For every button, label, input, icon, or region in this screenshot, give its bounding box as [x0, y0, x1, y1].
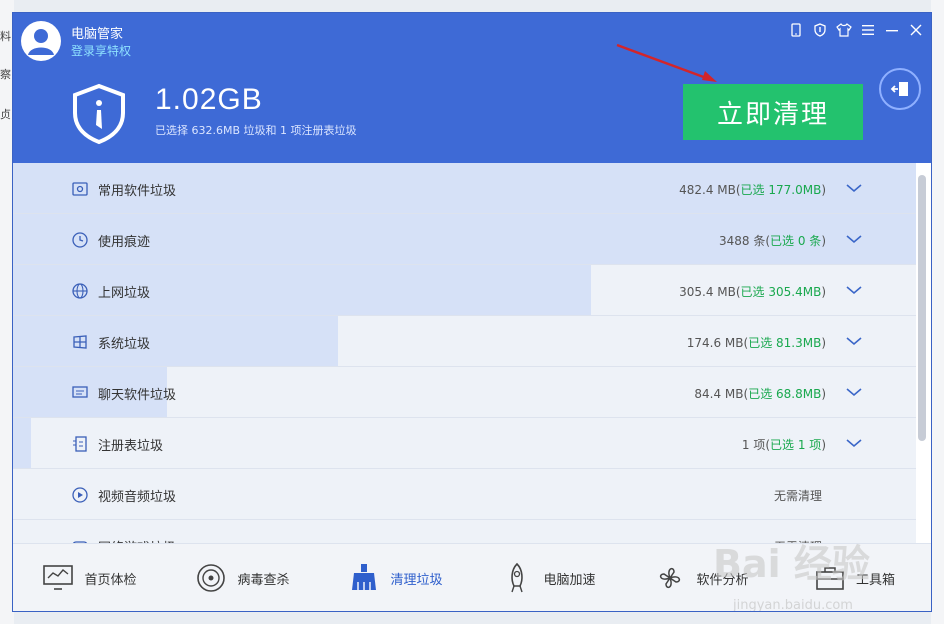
- security-shield-icon: [73, 83, 125, 145]
- junk-row[interactable]: 视频音频垃圾 无需清理: [13, 469, 916, 520]
- junk-row-label: 注册表垃圾: [98, 439, 164, 454]
- user-avatar[interactable]: [21, 21, 61, 61]
- phone-icon[interactable]: [787, 21, 805, 39]
- junk-row-selected: 已选 305.4MB: [740, 285, 822, 299]
- junk-row-label: 系统垃圾: [98, 337, 151, 352]
- list-scrollbar[interactable]: [918, 175, 926, 441]
- shield-badge-icon[interactable]: [811, 21, 829, 39]
- junk-row-selected: 已选 0 条: [770, 234, 822, 248]
- hdd-icon: [72, 182, 88, 196]
- junk-progress-fill: [13, 418, 31, 468]
- junk-row-label: 使用痕迹: [98, 235, 151, 250]
- shirt-skin-icon[interactable]: [835, 21, 853, 39]
- app-title: 电脑管家: [71, 27, 124, 42]
- close-icon[interactable]: [907, 21, 925, 39]
- nav-item[interactable]: 软件分析: [625, 544, 778, 611]
- nav-item-label: 电脑加速: [543, 572, 596, 588]
- nav-item[interactable]: 工具箱: [778, 544, 931, 611]
- red-arrow-annotation: [616, 43, 717, 82]
- junk-row[interactable]: 聊天软件垃圾 84.4 MB(已选 68.8MB): [13, 367, 916, 418]
- pc-manager-window: 电脑管家 登录享特权 1.02GB 已选择 632.6MB 垃圾和 1 项注册表…: [12, 12, 932, 612]
- junk-row[interactable]: 常用软件垃圾 482.4 MB(已选 177.0MB): [13, 163, 916, 214]
- junk-size: 1.02GB: [155, 83, 263, 116]
- junk-detail: 已选择 632.6MB 垃圾和 1 项注册表垃圾: [155, 124, 357, 137]
- chat-icon: [72, 386, 88, 398]
- title-bar-controls: [787, 21, 925, 39]
- rocket-icon: [511, 562, 524, 593]
- login-link[interactable]: 登录享特权: [71, 42, 131, 59]
- nav-item[interactable]: 首页体检: [13, 544, 166, 611]
- chevron-down-icon[interactable]: [844, 229, 864, 249]
- clock-icon: [72, 232, 88, 248]
- junk-row[interactable]: 系统垃圾 174.6 MB(已选 81.3MB): [13, 316, 916, 367]
- windows-icon: [73, 335, 87, 349]
- exit-icon: [890, 82, 908, 96]
- junk-row[interactable]: 上网垃圾 305.4 MB(已选 305.4MB): [13, 265, 916, 316]
- junk-row-label: 聊天软件垃圾: [98, 388, 177, 403]
- junk-row-label: 上网垃圾: [98, 286, 151, 301]
- chevron-down-icon[interactable]: [844, 382, 864, 402]
- chevron-down-icon[interactable]: [844, 331, 864, 351]
- junk-row-selected: 已选 177.0MB: [740, 183, 822, 197]
- junk-row-size: 1 项(已选 1 项): [741, 438, 826, 452]
- chevron-down-icon[interactable]: [844, 280, 864, 300]
- desktop-char: 贞: [0, 108, 11, 121]
- nav-item-label: 软件分析: [696, 572, 749, 588]
- junk-row-selected: 已选 81.3MB: [748, 336, 822, 350]
- junk-row-selected: 已选 68.8MB: [748, 387, 822, 401]
- user-icon: [22, 22, 60, 60]
- chevron-down-icon[interactable]: [844, 178, 864, 198]
- junk-row[interactable]: 使用痕迹 3488 条(已选 0 条): [13, 214, 916, 265]
- target-icon: [197, 564, 226, 592]
- junk-row-size: 3488 条(已选 0 条): [719, 234, 826, 248]
- junk-row[interactable]: 注册表垃圾 1 项(已选 1 项): [13, 418, 916, 469]
- desktop-background-right: [931, 0, 944, 624]
- fan-icon: [660, 567, 681, 589]
- toolbox-icon: [816, 567, 844, 590]
- minimize-icon[interactable]: [883, 21, 901, 39]
- bottom-navigation: 首页体检 病毒查杀 清理垃圾 电脑加速 软件分析 工具箱: [13, 543, 931, 611]
- registry-icon: [73, 436, 87, 452]
- junk-row-size: 84.4 MB(已选 68.8MB): [694, 387, 826, 401]
- junk-row-label: 视频音频垃圾: [98, 490, 177, 505]
- nav-item-label: 首页体检: [84, 572, 137, 588]
- junk-category-list: 常用软件垃圾 482.4 MB(已选 177.0MB) 使用痕迹 3488 条(已选 …: [13, 163, 916, 543]
- monitor-icon: [43, 565, 74, 590]
- desktop-char: 料: [0, 30, 11, 43]
- nav-item-label: 病毒查杀: [237, 572, 290, 588]
- junk-row-label: 常用软件垃圾: [98, 184, 177, 199]
- nav-item-label: 清理垃圾: [390, 572, 443, 588]
- junk-progress-fill: [13, 316, 338, 366]
- globe-icon: [72, 283, 88, 299]
- desktop-char: 察: [0, 68, 11, 81]
- junk-row-size: 482.4 MB(已选 177.0MB): [679, 183, 826, 197]
- nav-item[interactable]: 电脑加速: [472, 544, 625, 611]
- nav-item[interactable]: 病毒查杀: [166, 544, 319, 611]
- junk-row[interactable]: 网络游戏垃圾无需清理: [13, 520, 916, 543]
- nav-item-label: 工具箱: [855, 572, 895, 588]
- menu-icon[interactable]: [859, 21, 877, 39]
- junk-row-size: 305.4 MB(已选 305.4MB): [679, 285, 826, 299]
- junk-row-selected: 已选 1 项: [770, 438, 822, 452]
- broom-icon: [352, 564, 377, 590]
- junk-row-size: 174.6 MB(已选 81.3MB): [686, 336, 826, 350]
- exit-button[interactable]: [879, 68, 921, 110]
- nav-item[interactable]: 清理垃圾: [319, 544, 472, 611]
- clean-now-button[interactable]: 立即清理: [683, 84, 863, 140]
- header-banner: 电脑管家 登录享特权 1.02GB 已选择 632.6MB 垃圾和 1 项注册表…: [13, 13, 931, 163]
- chevron-down-icon[interactable]: [844, 433, 864, 453]
- junk-row-size: 无需清理: [773, 489, 822, 503]
- play-icon: [72, 487, 88, 503]
